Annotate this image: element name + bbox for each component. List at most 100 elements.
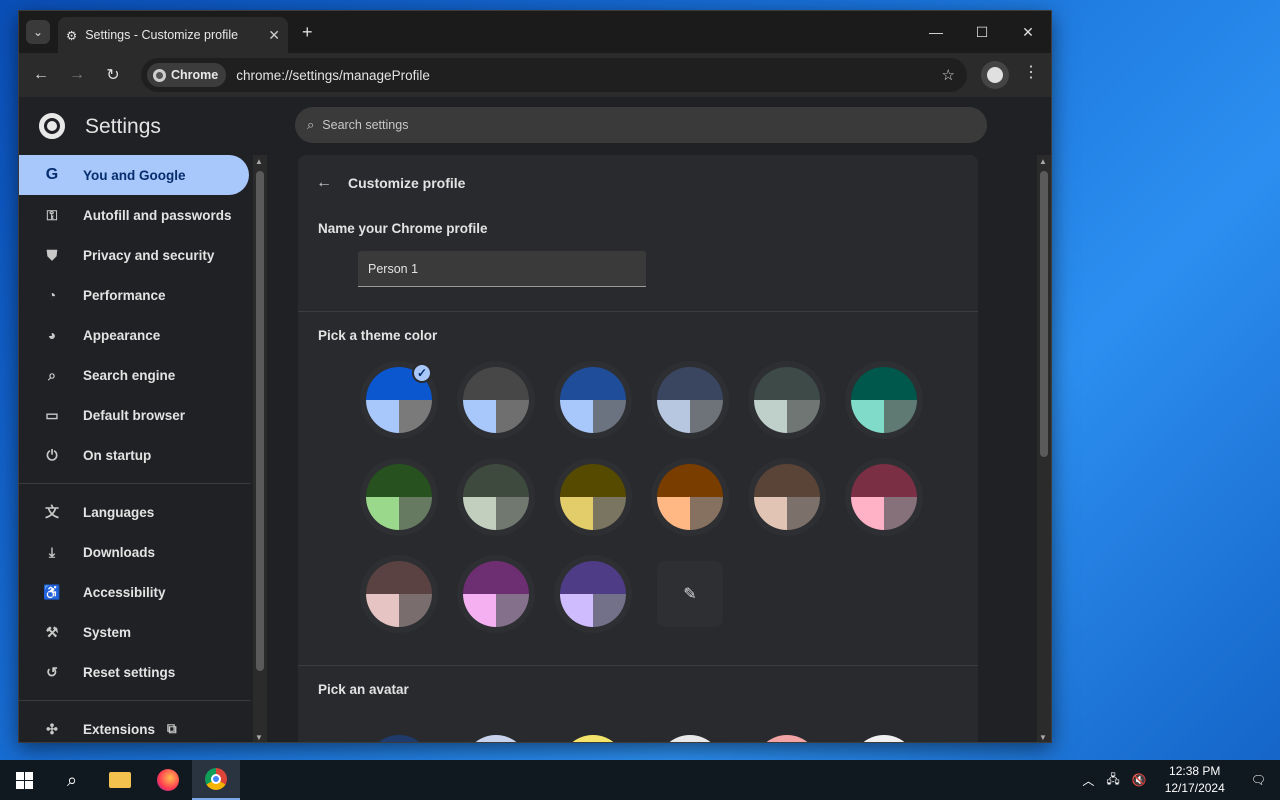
url-text[interactable]: chrome://settings/manageProfile: [236, 68, 430, 83]
desktop-icon[interactable]: [0, 470, 18, 486]
sidebar-item-search-engine[interactable]: ⌕ Search engine: [19, 355, 249, 395]
avatar-option[interactable]: [463, 735, 529, 742]
sidebar-item-appearance[interactable]: ◕ Appearance: [19, 315, 249, 355]
site-info-chip[interactable]: Chrome: [147, 63, 227, 87]
swatch-part: [496, 497, 529, 530]
swatch-part: [851, 497, 884, 530]
close-tab-icon[interactable]: ✕: [268, 27, 280, 44]
theme-color-swatch[interactable]: [463, 561, 529, 627]
avatar-option[interactable]: [657, 735, 723, 742]
sidebar-item-default-browser[interactable]: ▭ Default browser: [19, 395, 249, 435]
swatch-part: [366, 400, 399, 433]
theme-color-swatch[interactable]: [851, 367, 917, 433]
notifications-icon[interactable]: 🗨: [1237, 773, 1280, 787]
main-scrollbar[interactable]: ▲ ▼: [1037, 155, 1051, 742]
clock-time: 12:38 PM: [1169, 764, 1221, 778]
sidebar-item-system[interactable]: ⚒ System: [19, 612, 249, 652]
sidebar-item-performance[interactable]: ◔ Performance: [19, 275, 249, 315]
forward-icon[interactable]: →: [59, 66, 95, 84]
tab-search-button[interactable]: ⌄: [26, 20, 50, 44]
close-icon[interactable]: ✕: [1005, 11, 1051, 53]
theme-color-swatch[interactable]: [657, 464, 723, 530]
theme-color-swatch[interactable]: [754, 464, 820, 530]
theme-color-swatch[interactable]: [366, 561, 432, 627]
sidebar-item-autofill-and-passwords[interactable]: ⚿ Autofill and passwords: [19, 195, 249, 235]
chrome-taskbar-icon[interactable]: [192, 760, 240, 800]
swatch-part: [884, 497, 917, 530]
theme-color-swatch[interactable]: [754, 367, 820, 433]
sidebar-item-you-and-google[interactable]: G You and Google: [19, 155, 249, 195]
swatch-part: [463, 464, 529, 497]
desktop-icon[interactable]: [0, 575, 18, 591]
theme-color-swatch[interactable]: [560, 464, 626, 530]
avatar-label: Pick an avatar: [318, 682, 409, 697]
taskbar-search-icon[interactable]: ⌕: [48, 760, 96, 800]
windows-logo-icon: [15, 771, 33, 789]
sidebar-item-extensions[interactable]: ✣ Extensions ⧉: [19, 709, 249, 742]
desktop-icon[interactable]: [0, 680, 18, 696]
theme-color-swatch[interactable]: [463, 367, 529, 433]
swatch-part: [366, 464, 432, 497]
volume-muted-icon[interactable]: 🔇: [1126, 773, 1153, 787]
scrollbar-thumb[interactable]: [256, 171, 264, 671]
theme-label: Pick a theme color: [318, 328, 438, 343]
avatar-grid: [298, 735, 978, 742]
minimize-icon[interactable]: —: [913, 11, 959, 53]
key-icon: ⚿: [46, 206, 58, 223]
sidebar-item-downloads[interactable]: ⤓ Downloads: [19, 532, 249, 572]
scrollbar-thumb[interactable]: [1040, 171, 1048, 457]
settings-search[interactable]: ⌕: [295, 107, 987, 143]
sidebar-item-accessibility[interactable]: ♿ Accessibility: [19, 572, 249, 612]
maximize-icon[interactable]: ☐: [959, 11, 1005, 53]
desktop-icon[interactable]: [0, 60, 18, 76]
custom-color-eyedropper-icon[interactable]: ✎: [657, 561, 723, 627]
browser-toolbar: ← → ↻ Chrome chrome://settings/managePro…: [19, 53, 1051, 97]
more-menu-icon[interactable]: ⋮: [1023, 65, 1039, 81]
theme-color-swatch[interactable]: [463, 464, 529, 530]
scroll-down-icon[interactable]: ▼: [255, 733, 263, 742]
search-input[interactable]: [322, 118, 923, 132]
swatch-part: [754, 464, 820, 497]
avatar-option[interactable]: [366, 735, 432, 742]
sidebar-scrollbar[interactable]: ▲ ▼: [253, 155, 267, 742]
clock-date: 12/17/2024: [1164, 781, 1225, 795]
address-bar[interactable]: Chrome chrome://settings/manageProfile ☆: [141, 58, 967, 92]
settings-header: Settings ⌕: [19, 97, 1051, 155]
theme-color-swatch[interactable]: [560, 367, 626, 433]
sidebar-item-privacy-and-security[interactable]: ⛊ Privacy and security: [19, 235, 249, 275]
theme-color-swatch[interactable]: [560, 561, 626, 627]
avatar-option[interactable]: [754, 735, 820, 742]
avatar-option[interactable]: [851, 735, 917, 742]
desktop-icon[interactable]: [0, 360, 18, 376]
chevron-up-icon[interactable]: ︿: [1076, 772, 1100, 789]
theme-color-swatch[interactable]: [657, 367, 723, 433]
back-icon[interactable]: ←: [23, 66, 59, 84]
scroll-up-icon[interactable]: ▲: [255, 157, 263, 166]
sidebar-item-on-startup[interactable]: ⏻ On startup: [19, 435, 249, 475]
main-content: ← Customize profile Name your Chrome pro…: [298, 155, 978, 742]
theme-color-swatch[interactable]: [366, 464, 432, 530]
file-explorer-icon[interactable]: [96, 760, 144, 800]
new-tab-button[interactable]: +: [302, 22, 313, 43]
sidebar-item-label: Performance: [83, 287, 166, 303]
start-button[interactable]: [0, 760, 48, 800]
scroll-up-icon[interactable]: ▲: [1039, 157, 1047, 166]
network-icon[interactable]: 🖧: [1100, 770, 1125, 791]
tab-settings[interactable]: ⚙ Settings - Customize profile ✕: [58, 17, 288, 53]
tab-strip: ⌄ ⚙ Settings - Customize profile ✕ + — ☐…: [19, 11, 1051, 53]
desktop-icon[interactable]: [0, 160, 18, 176]
avatar-option[interactable]: [560, 735, 626, 742]
theme-color-swatch[interactable]: [851, 464, 917, 530]
reload-icon[interactable]: ↻: [95, 65, 131, 85]
sidebar-item-reset-settings[interactable]: ↺ Reset settings: [19, 652, 249, 692]
sidebar-item-label: On startup: [83, 447, 152, 463]
scroll-down-icon[interactable]: ▼: [1039, 733, 1047, 742]
firefox-icon[interactable]: [144, 760, 192, 800]
sidebar-item-languages[interactable]: 文 Languages: [19, 492, 249, 532]
bookmark-star-icon[interactable]: ☆: [942, 66, 955, 84]
back-arrow-icon[interactable]: ←: [316, 174, 332, 192]
profile-name-input[interactable]: [358, 251, 646, 287]
swatch-part: [366, 594, 399, 627]
clock[interactable]: 12:38 PM 12/17/2024: [1153, 763, 1237, 797]
profile-button[interactable]: [981, 61, 1009, 89]
